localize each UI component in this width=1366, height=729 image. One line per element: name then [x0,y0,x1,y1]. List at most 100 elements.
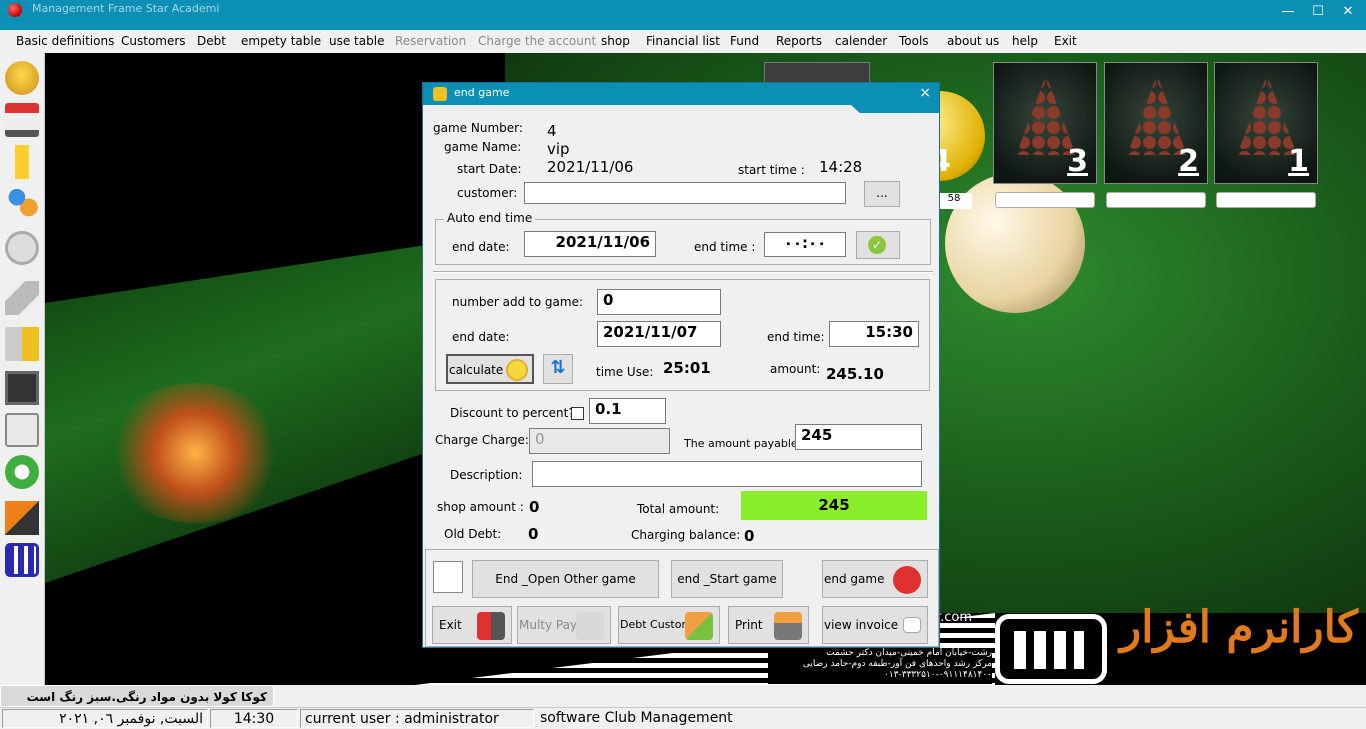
customer-report-icon[interactable] [5,327,39,361]
power-icon [893,566,921,594]
charging-balance-value: 0 [744,527,755,545]
app-icon [8,3,22,17]
invoice-form-icon[interactable] [433,561,463,593]
money-hand-icon [685,612,713,640]
customer-input[interactable] [524,182,846,204]
k-logo-icon[interactable] [5,501,39,535]
menu-customers[interactable]: Customers [121,34,186,48]
discount-label: Discount to percent? [450,406,575,420]
amount-value: 245.10 [826,365,884,383]
company-address: r.com رشت-خیابان امام خمینی-میدان دکتر ح… [768,611,992,684]
end-open-other-game-button[interactable]: End _Open Other game [472,560,659,598]
exit-button[interactable]: Exit [432,606,512,644]
refresh-icon[interactable] [5,455,39,489]
menu-help[interactable]: help [1012,34,1038,48]
auto-end-time-label: end time : [694,240,756,254]
brand-logo-icon[interactable] [5,543,39,577]
drink-icon[interactable] [5,145,39,179]
monitor-icon [903,617,921,633]
shopping-cart-icon[interactable] [5,103,39,137]
payable-label: The amount payable: [684,437,802,450]
discount-checkbox[interactable] [571,407,584,420]
number-add-input[interactable]: 0 [597,289,721,315]
left-toolbar [0,53,45,685]
table-label-4: 58 [936,193,972,209]
maximize-button[interactable]: ☐ [1304,0,1332,24]
menu-basic-definitions[interactable]: Basic definitions [16,34,114,48]
menu-about-us[interactable]: about us [947,34,999,48]
menu-empety-table[interactable]: empety table [241,34,321,48]
calculator-icon[interactable] [5,413,39,447]
print-button[interactable]: Print [728,606,809,644]
refresh-arrows-icon: ⇅ [550,357,566,378]
calculation-group: number add to game: 0 end date: 2021/11/… [435,279,930,391]
phone-numbers: ۰۱۳-۳۳۳۲۵۱۰-۰۹۱۱۱۴۸۱۴۰۰ [883,670,992,680]
customer-browse-button[interactable]: ... [864,181,900,207]
menu-debt[interactable]: Debt [197,34,226,48]
auto-end-date-label: end date: [452,240,510,254]
calculate-button[interactable]: calculate [446,354,534,384]
view-invoice-button[interactable]: view invoice [822,606,928,644]
dialog-close-button[interactable]: × [919,85,931,101]
menu-tools[interactable]: Tools [899,34,929,48]
end-game-button[interactable]: end game [822,560,928,598]
status-date: السبت, نوفمبر ۰٦, ۲۰۲۱ [2,709,208,728]
save-icon[interactable] [5,371,39,405]
coins-icon[interactable] [5,61,39,95]
clock-icon[interactable] [5,231,39,265]
table-number: 2 [1178,144,1199,179]
close-button[interactable]: ✕ [1334,0,1362,24]
menu-shop[interactable]: shop [601,34,630,48]
auto-end-confirm-button[interactable]: ✓ [856,231,900,259]
amount-label: amount: [770,362,821,376]
users-icon[interactable] [5,187,39,221]
discount-input[interactable]: 0.1 [589,398,666,424]
table-card-3[interactable]: 3 [993,62,1097,184]
table-number: 1 [1288,144,1309,179]
calc-end-date-label: end date: [452,330,510,344]
ball-rack-icon [1016,75,1076,155]
payable-input[interactable]: 245 [795,424,922,450]
table-status-bar-2 [1106,192,1206,208]
auto-end-time-input[interactable]: ۰۰:۰۰ [764,232,846,257]
table-card-1[interactable]: 1 [1214,62,1318,184]
refresh-button[interactable]: ⇅ [543,354,573,384]
company-website: r.com [936,610,973,625]
dialog-title-notch [851,105,939,113]
menu-use-table[interactable]: use table [329,34,384,48]
end-game-dialog: end game × game Number: 4 game Name: vip… [422,82,940,648]
menu-fund[interactable]: Fund [730,34,759,48]
game-name-label: game Name: [444,140,522,154]
table-card-partial[interactable] [764,62,870,84]
description-input[interactable] [532,461,922,487]
total-amount-label: Total amount: [637,502,720,516]
menu-financial-list[interactable]: Financial list [646,34,720,48]
table-card-2[interactable]: 2 [1104,62,1208,184]
multy-pay-button: Multy Pay [517,606,611,644]
auto-end-date-input[interactable]: 2021/11/06 [524,231,656,257]
calc-end-date-input[interactable]: 2021/11/07 [597,321,721,347]
customer-label: customer: [457,186,518,200]
status-software: software Club Management [540,710,733,726]
tag-icon[interactable] [5,281,39,315]
charging-balance-label: Charging balance: [631,528,741,542]
time-use-label: time Use: [596,365,654,379]
calculate-icon [506,359,528,381]
menu-calender[interactable]: calender [835,34,887,48]
menu-reports[interactable]: Reports [776,34,822,48]
total-amount-value: 245 [741,491,927,520]
minimize-button[interactable]: — [1274,0,1302,24]
menu-exit[interactable]: Exit [1054,34,1077,48]
shop-amount-label: shop amount : [437,500,524,514]
description-label: Description: [450,468,523,482]
print-label: Print [735,618,763,632]
status-time: 14:30 [210,709,298,728]
table-status-bar-1 [1216,192,1316,208]
debt-customer-button[interactable]: Debt Customer [618,606,720,644]
old-debt-value: 0 [528,525,539,543]
end-start-game-button[interactable]: end _Start game [671,560,783,598]
auto-end-group: Auto end time end date: 2021/11/06 end t… [435,211,931,265]
printer-icon [774,612,802,640]
calc-end-time-input[interactable]: 15:30 [829,321,919,347]
charge-label: Charge Charge: [435,433,529,447]
